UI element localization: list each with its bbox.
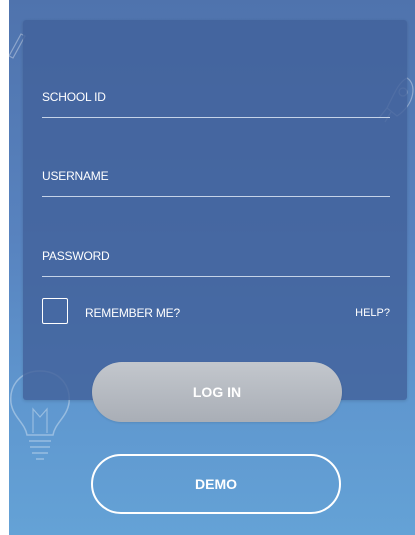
remember-me-label[interactable]: REMEMBER ME? [85,306,180,320]
username-field[interactable]: USERNAME [42,157,390,197]
login-card: SCHOOL ID USERNAME PASSWORD REMEMBER ME?… [23,20,407,400]
remember-me-checkbox[interactable] [42,298,68,324]
password-field[interactable]: PASSWORD [42,237,390,277]
password-underline [42,276,390,277]
help-link[interactable]: HELP? [355,307,390,319]
school-id-field[interactable]: SCHOOL ID [42,78,390,118]
school-id-underline [42,117,390,118]
login-screen: SCHOOL ID USERNAME PASSWORD REMEMBER ME?… [9,0,415,535]
login-button-label: LOG IN [192,384,242,400]
username-underline [42,196,390,197]
demo-button[interactable]: DEMO [91,454,341,514]
login-button[interactable]: LOG IN [92,362,342,422]
password-label: PASSWORD [42,249,110,263]
username-label: USERNAME [42,169,109,183]
demo-button-label: DEMO [195,476,237,492]
school-id-label: SCHOOL ID [42,90,106,104]
